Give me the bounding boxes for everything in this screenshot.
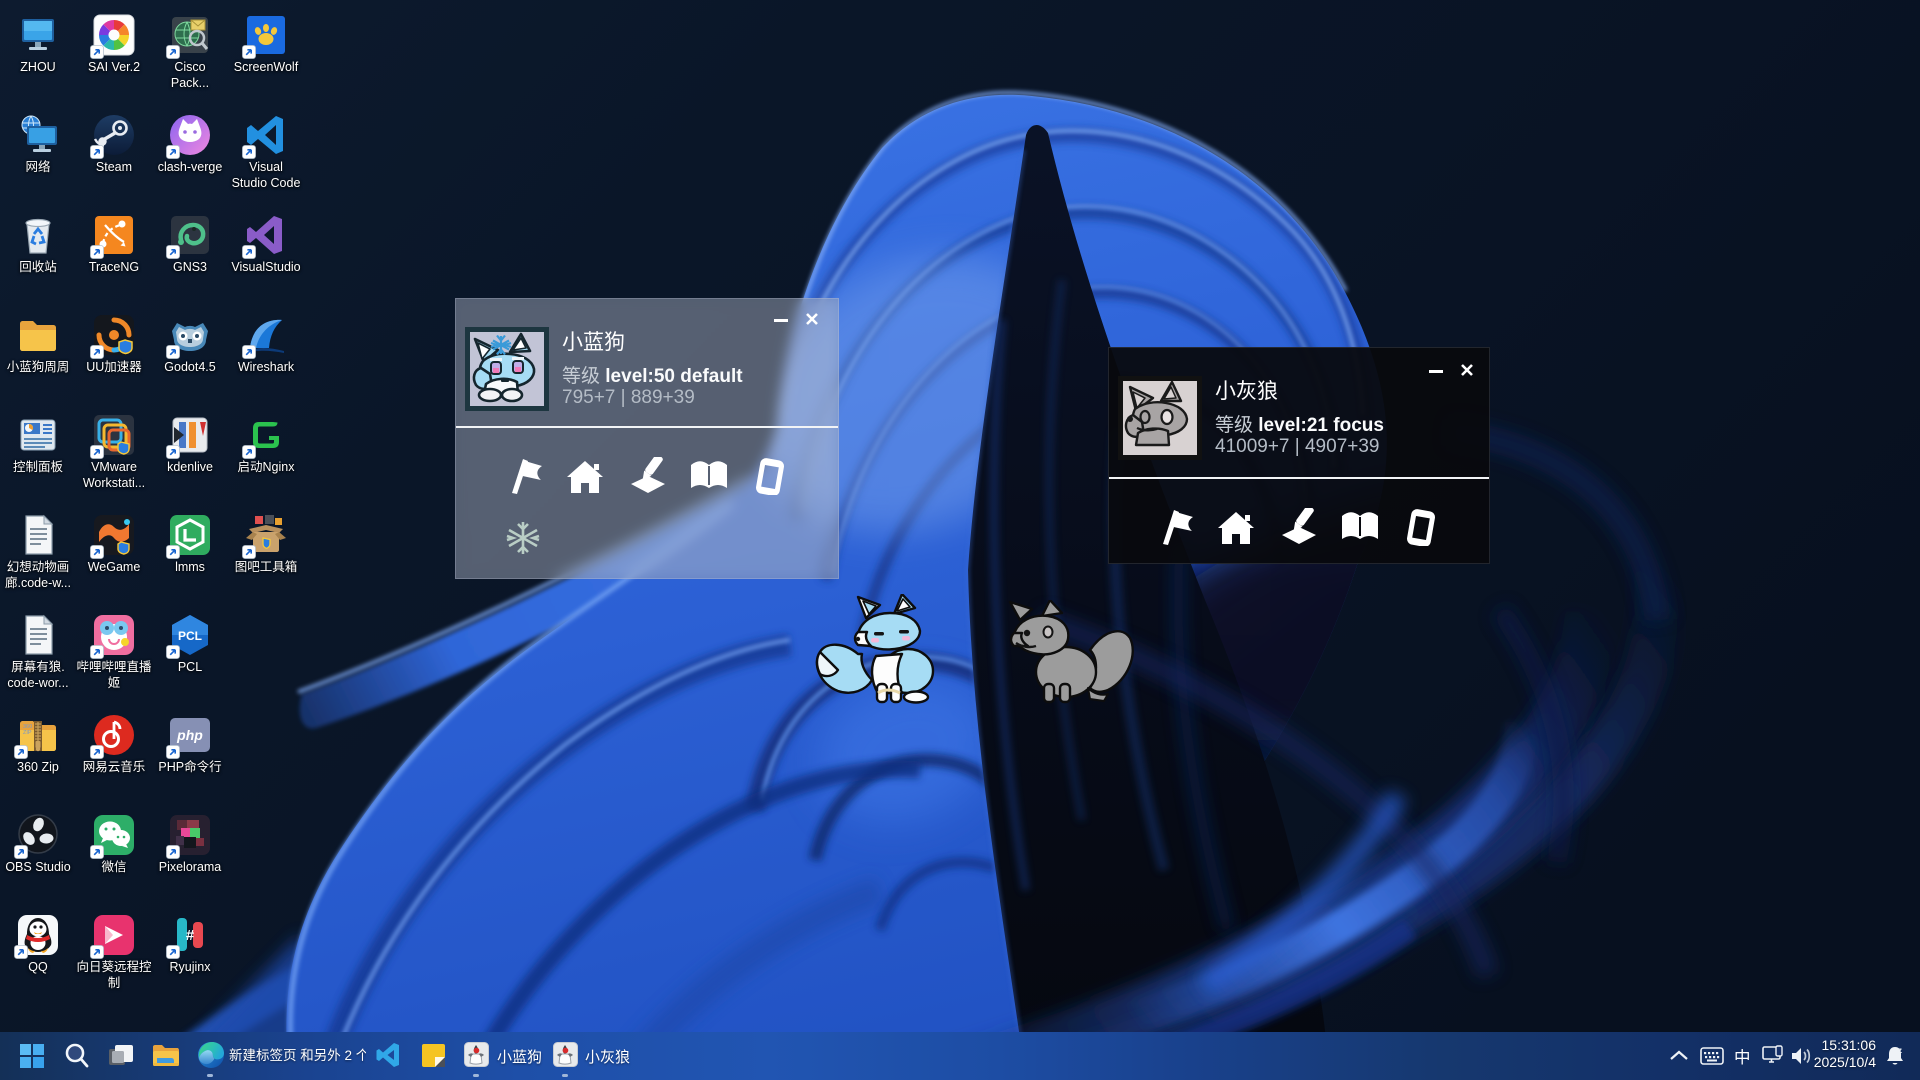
svg-text:z: z: [1898, 1046, 1902, 1055]
svg-text:PCL: PCL: [178, 629, 202, 643]
svg-text:php: php: [176, 727, 203, 743]
svg-text:#: #: [186, 927, 195, 944]
svg-text:ZIP: ZIP: [23, 730, 32, 736]
